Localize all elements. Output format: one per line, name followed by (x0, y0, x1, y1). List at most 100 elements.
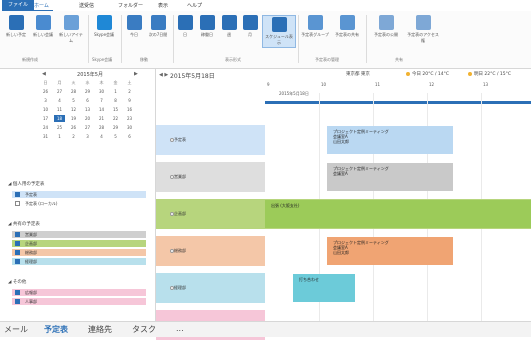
calendar-day[interactable]: 28 (96, 124, 107, 131)
calendar-day[interactable]: 6 (124, 133, 135, 140)
calendar-day[interactable]: 16 (124, 106, 135, 113)
calendar-day[interactable]: 26 (40, 88, 51, 95)
skype-meeting-button[interactable]: Skype会議 (91, 15, 117, 38)
calendar-day[interactable]: 9 (124, 97, 135, 104)
month-view-button[interactable]: 月 (241, 15, 259, 38)
nav-calendar[interactable]: 予定表 (44, 324, 68, 335)
schedule-row[interactable]: プロジェクト定例ミーティング 会議室A 山田太郎 (265, 236, 531, 266)
appointment[interactable]: プロジェクト定例ミーティング 会議室A 山田太郎 (327, 126, 453, 154)
calendar-day[interactable]: 1 (54, 133, 65, 140)
calendar-day[interactable]: 4 (96, 133, 107, 140)
calendar-checkbox[interactable] (15, 241, 20, 246)
tab-folder[interactable]: フォルダー (114, 2, 147, 10)
calendar-day[interactable]: 2 (68, 133, 79, 140)
schedule-row-label[interactable]: 営業部 (156, 162, 265, 192)
new-item-button[interactable]: 新しいアイテム (58, 15, 84, 44)
nav-mail[interactable]: メール (4, 324, 28, 335)
calendar-day[interactable]: 13 (82, 106, 93, 113)
date-nav-arrows[interactable]: ◀ ▶ (159, 72, 168, 78)
schedule-row-label[interactable]: 経理部 (156, 273, 265, 303)
calendar-day[interactable]: 30 (96, 88, 107, 95)
location-label[interactable]: 東京都 東京 (346, 71, 370, 77)
calendar-day[interactable]: 4 (54, 97, 65, 104)
new-appointment-button[interactable]: 新しい予定 (4, 15, 28, 38)
workweek-view-button[interactable]: 稼働日 (197, 15, 217, 38)
publish-calendar-button[interactable]: 予定表の公開 (370, 15, 402, 38)
schedule-row[interactable]: プロジェクト定例ミーティング 会議室A 山田太郎 (265, 125, 531, 155)
calendar-day[interactable]: 10 (40, 106, 51, 113)
calendar-permissions-button[interactable]: 予定表のアクセス権 (406, 15, 440, 44)
schedule-row-label[interactable]: 予定表 (156, 125, 265, 155)
appointment[interactable]: 打ち合わせ (293, 274, 355, 302)
calendar-checkbox[interactable] (15, 232, 20, 237)
calendar-day[interactable]: 6 (82, 97, 93, 104)
nav-people[interactable]: 連絡先 (88, 324, 112, 335)
appointment[interactable]: プロジェクト定例ミーティング 会議室A (327, 163, 453, 191)
calendar-list-item[interactable]: 総務部 (12, 249, 146, 256)
calendar-day[interactable]: 28 (68, 88, 79, 95)
calendar-checkbox[interactable] (15, 259, 20, 264)
calendar-day[interactable]: 2 (124, 88, 135, 95)
new-meeting-button[interactable]: 新しい会議 (31, 15, 55, 38)
tab-send-receive[interactable]: 送受信 (75, 2, 98, 10)
appointment[interactable]: 出張 (大阪支社) (265, 200, 531, 228)
calendar-checkbox[interactable] (15, 250, 20, 255)
schedule-view-button[interactable]: スケジュール表示 (262, 15, 296, 48)
calendar-day[interactable]: 29 (110, 124, 121, 131)
calendar-day[interactable]: 15 (110, 106, 121, 113)
next7days-button[interactable]: 次の7日間 (147, 15, 169, 38)
calendar-day[interactable]: 29 (82, 88, 93, 95)
calendar-list-item[interactable]: 企画部 (12, 240, 146, 247)
nav-tasks[interactable]: タスク (132, 324, 156, 335)
calendar-list-item[interactable]: 予定表 (12, 191, 146, 198)
calendar-checkbox[interactable] (15, 290, 20, 295)
calendar-checkbox[interactable] (15, 201, 20, 206)
schedule-row[interactable]: プロジェクト定例ミーティング 会議室A (265, 162, 531, 192)
calendar-day[interactable]: 12 (68, 106, 79, 113)
calendar-day[interactable]: 23 (124, 115, 135, 122)
day-view-button[interactable]: 日 (176, 15, 194, 38)
calendar-day[interactable]: 24 (40, 124, 51, 131)
tab-view[interactable]: 表示 (154, 2, 172, 10)
calendar-day[interactable]: 31 (40, 133, 51, 140)
calendar-day[interactable]: 20 (82, 115, 93, 122)
calendar-list-item[interactable]: 予定表 (ローカル) (12, 200, 146, 207)
calendar-list-item[interactable]: 人事部 (12, 298, 146, 305)
calendar-checkbox[interactable] (15, 299, 20, 304)
calendar-day[interactable]: 5 (68, 97, 79, 104)
calendar-day[interactable]: 3 (82, 133, 93, 140)
calendar-list-item[interactable]: 営業部 (12, 231, 146, 238)
schedule-row[interactable]: 打ち合わせ (265, 273, 531, 303)
calendar-day[interactable]: 5 (110, 133, 121, 140)
appointment[interactable]: プロジェクト定例ミーティング 会議室A 山田太郎 (327, 237, 453, 265)
calendar-day[interactable]: 22 (110, 115, 121, 122)
calendar-day[interactable]: 27 (82, 124, 93, 131)
calendar-day[interactable]: 25 (54, 124, 65, 131)
calendar-day[interactable]: 8 (110, 97, 121, 104)
calendar-day[interactable]: 17 (40, 115, 51, 122)
calendar-day[interactable]: 3 (40, 97, 51, 104)
schedule-row-label[interactable]: 総務部 (156, 236, 265, 266)
schedule-row-label[interactable]: 企画部 (156, 199, 265, 229)
today-button[interactable]: 今日 (124, 15, 144, 38)
calendar-checkbox[interactable] (15, 192, 20, 197)
calendar-day[interactable]: 1 (110, 88, 121, 95)
calendar-group-header[interactable]: ◢ 共有の予定表 (8, 221, 40, 227)
calendar-day[interactable]: 27 (54, 88, 65, 95)
schedule-row[interactable]: 出張 (大阪支社) (265, 199, 531, 229)
calendar-group-header[interactable]: ◢ 個人用の予定表 (8, 181, 44, 187)
calendar-groups-button[interactable]: 予定表グループ (301, 15, 329, 38)
calendar-day[interactable]: 19 (68, 115, 79, 122)
calendar-list-item[interactable]: 経理部 (12, 258, 146, 265)
calendar-group-header[interactable]: ◢ その他 (8, 279, 26, 285)
calendar-day[interactable]: 7 (96, 97, 107, 104)
nav-more[interactable]: ... (176, 324, 184, 333)
calendar-day[interactable]: 26 (68, 124, 79, 131)
share-calendar-button[interactable]: 予定表の共有 (333, 15, 361, 38)
calendar-day[interactable]: 30 (124, 124, 135, 131)
calendar-day[interactable]: 14 (96, 106, 107, 113)
week-view-button[interactable]: 週 (220, 15, 238, 38)
calendar-day[interactable]: 11 (54, 106, 65, 113)
tab-help[interactable]: ヘルプ (183, 2, 206, 10)
calendar-list-item[interactable]: 広報部 (12, 289, 146, 296)
